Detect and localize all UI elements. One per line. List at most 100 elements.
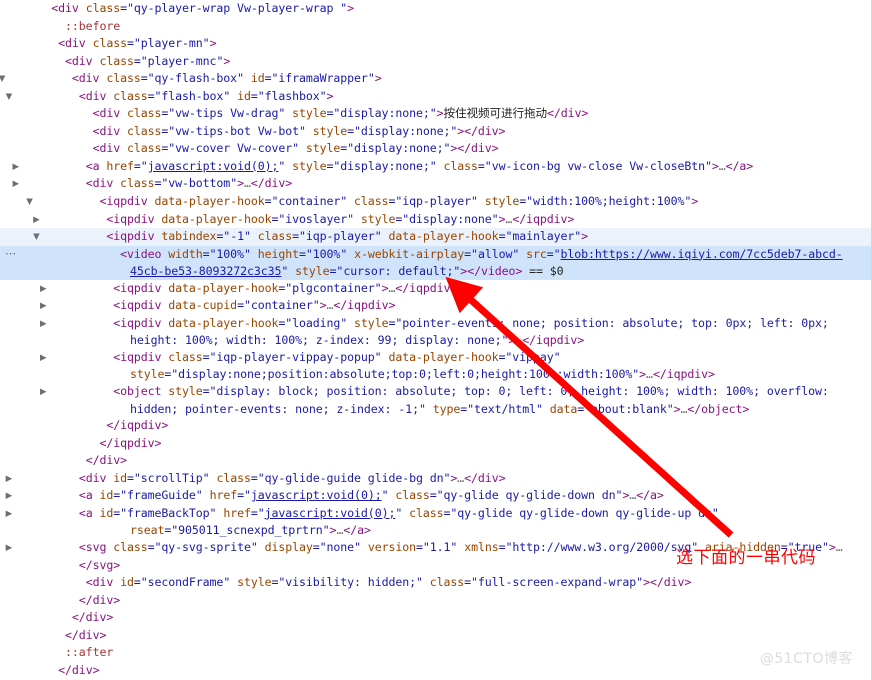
open-tag-name[interactable]: <div [58, 36, 86, 50]
open-tag-name[interactable]: <a [79, 488, 93, 502]
attribute-name[interactable]: data-player-hook [161, 316, 278, 330]
attribute-value[interactable]: about:blank [591, 402, 667, 416]
attribute-name[interactable]: id [106, 471, 127, 485]
attribute-value[interactable]: vippay [512, 350, 553, 364]
collapsed-children[interactable]: …</iqpdiv> [515, 333, 584, 347]
attribute-name[interactable]: style [230, 575, 272, 589]
attribute-name[interactable]: type [426, 402, 461, 416]
attribute-value[interactable]: full-screen-expand-wrap [478, 575, 636, 589]
disclosure-triangle-collapsed[interactable]: ▶ [6, 471, 79, 488]
open-tag-name[interactable]: <a [79, 506, 93, 520]
open-tag-name[interactable]: <iqpdiv [106, 212, 154, 226]
attribute-name[interactable]: version [361, 540, 416, 554]
attribute-name[interactable]: id [93, 506, 113, 520]
dom-tree-row[interactable]: ▼<div class="qy-flash-box" id="iframaWra… [0, 70, 871, 88]
attribute-name[interactable]: style [347, 316, 389, 330]
attribute-value[interactable]: vw-bottom [168, 176, 230, 190]
collapsed-children[interactable]: …</a> [719, 159, 754, 173]
attribute-value[interactable]: flashbox [265, 89, 320, 103]
open-tag-name[interactable]: <a [86, 159, 100, 173]
dom-tree-row[interactable]: ▶ <a id="frameBackTop" href="javascript:v… [0, 505, 871, 539]
dom-tree-row[interactable]: ▶ <iqpdiv data-player-hook="plgcontainer"… [0, 280, 871, 298]
dom-tree-row[interactable]: ▼<div class="qy-player-wrap Vw-player-wr… [0, 0, 871, 18]
attribute-value[interactable]: none [327, 540, 355, 554]
attribute-name[interactable]: width [161, 247, 203, 261]
attribute-value[interactable]: text/html [474, 402, 536, 416]
attribute-value[interactable]: container [278, 194, 340, 208]
dom-tree-row[interactable]: ▶ <iqpdiv class="iqp-player-vippay-popup"… [0, 349, 871, 383]
attribute-name[interactable]: id [113, 575, 134, 589]
collapsed-children[interactable]: …</div> [457, 471, 505, 485]
collapsed-children[interactable]: …</object> [680, 402, 749, 416]
disclosure-triangle-collapsed[interactable]: ▶ [6, 488, 79, 505]
dom-tree-row[interactable]: ▶ <iqpdiv data-player-hook="ivoslayer" st… [0, 211, 871, 229]
attribute-value[interactable]: vw-tips Vw-drag [175, 106, 278, 120]
attribute-name[interactable]: class [120, 124, 162, 138]
attribute-name[interactable]: class [79, 1, 121, 15]
open-tag-name[interactable]: <iqpdiv [99, 194, 147, 208]
dom-tree-row[interactable]: ▶ <a id="frameGuide" href="javascript:voi… [0, 487, 871, 505]
attribute-value[interactable]: 1.1 [430, 540, 451, 554]
attribute-value[interactable]: vw-cover Vw-cover [175, 141, 292, 155]
attribute-name[interactable]: id [230, 89, 251, 103]
attribute-name[interactable]: style [306, 124, 348, 138]
dom-tree-row[interactable]: ▶</div> [0, 452, 871, 470]
collapsed-children[interactable]: …</a> [336, 523, 371, 537]
attribute-value[interactable]: flash-box [161, 89, 223, 103]
attribute-value[interactable]: vw-tips-bot Vw-bot [175, 124, 299, 138]
attribute-name[interactable]: data [543, 402, 578, 416]
attribute-value[interactable]: qy-flash-box [155, 71, 238, 85]
attribute-value[interactable]: qy-player-wrap Vw-player-wrap [134, 1, 340, 15]
open-tag-name[interactable]: <iqpdiv [113, 316, 161, 330]
dom-tree-row[interactable]: ▶</iqpdiv> [0, 435, 871, 453]
node-more-options-badge[interactable]: ⋯ [5, 248, 17, 259]
attribute-name[interactable]: class [251, 229, 293, 243]
collapsed-children[interactable]: …</a> [629, 488, 664, 502]
attribute-value[interactable]: visibility: hidden; [285, 575, 416, 589]
open-tag-name[interactable]: <iqpdiv [106, 229, 154, 243]
attribute-value[interactable]: mainlayer [512, 229, 574, 243]
attribute-name[interactable]: class [113, 176, 155, 190]
open-tag-name[interactable]: <video [120, 247, 161, 261]
attribute-value[interactable]: 905011_scnexpd_tprtrn [178, 523, 323, 537]
attribute-name[interactable]: class [86, 36, 128, 50]
dom-tree-row[interactable]: ▼<div class="player-mn"> [0, 35, 871, 53]
attribute-name[interactable]: style [285, 106, 327, 120]
attribute-value[interactable]: display:none; [354, 141, 444, 155]
dom-tree-row[interactable]: ▶::after [0, 644, 871, 662]
attribute-value[interactable]: cursor: default; [343, 264, 453, 278]
open-tag-name[interactable]: <div [93, 141, 121, 155]
dom-tree-row[interactable]: ▶</iqpdiv> [0, 417, 871, 435]
open-tag-name[interactable]: <iqpdiv [113, 350, 161, 364]
attribute-value[interactable]: javascript:void(0); [148, 159, 279, 173]
attribute-name[interactable]: class [99, 71, 141, 85]
disclosure-triangle-collapsed[interactable]: ▶ [12, 176, 86, 193]
attribute-value[interactable]: scrollTip [141, 471, 203, 485]
attribute-name[interactable]: display [258, 540, 313, 554]
dom-tree-row[interactable]: ▼<div class="player-mnc"> [0, 53, 871, 71]
devtools-elements-panel[interactable]: ▼<div class="qy-player-wrap Vw-player-wr… [0, 0, 872, 680]
dom-tree-row[interactable]: ▶<div id="secondFrame" style="visibility… [0, 574, 871, 592]
disclosure-triangle-collapsed[interactable]: ▶ [40, 281, 113, 298]
attribute-value[interactable]: javascript:void(0); [251, 488, 382, 502]
collapsed-children[interactable]: …</iqpdiv> [505, 212, 574, 226]
attribute-value[interactable]: 100% [313, 247, 341, 261]
attribute-name[interactable]: class [347, 194, 389, 208]
dom-tree-row[interactable]: ▶</div> [0, 592, 871, 610]
attribute-value[interactable]: ivoslayer [285, 212, 347, 226]
dom-tree-row[interactable]: ▼ <iqpdiv tabindex="-1" class="iqp-player… [0, 228, 871, 246]
attribute-name[interactable]: class [210, 471, 251, 485]
dom-tree-row[interactable]: ▶<div class="vw-tips-bot Vw-bot" style="… [0, 123, 871, 141]
disclosure-triangle-expanded[interactable]: ▼ [6, 89, 79, 106]
attribute-name[interactable]: style [285, 159, 327, 173]
attribute-name[interactable]: id [93, 488, 113, 502]
attribute-name[interactable]: x-webkit-airplay [347, 247, 464, 261]
attribute-value[interactable]: container [251, 298, 313, 312]
attribute-name[interactable]: height [251, 247, 299, 261]
attribute-name[interactable]: style [161, 384, 203, 398]
pseudo-element-node[interactable]: ::before [65, 19, 120, 33]
open-tag-name[interactable]: <iqpdiv [113, 281, 161, 295]
disclosure-triangle-expanded[interactable]: ▼ [26, 194, 99, 211]
attribute-value[interactable]: iframaWrapper [278, 71, 368, 85]
attribute-name[interactable]: href [203, 488, 238, 502]
